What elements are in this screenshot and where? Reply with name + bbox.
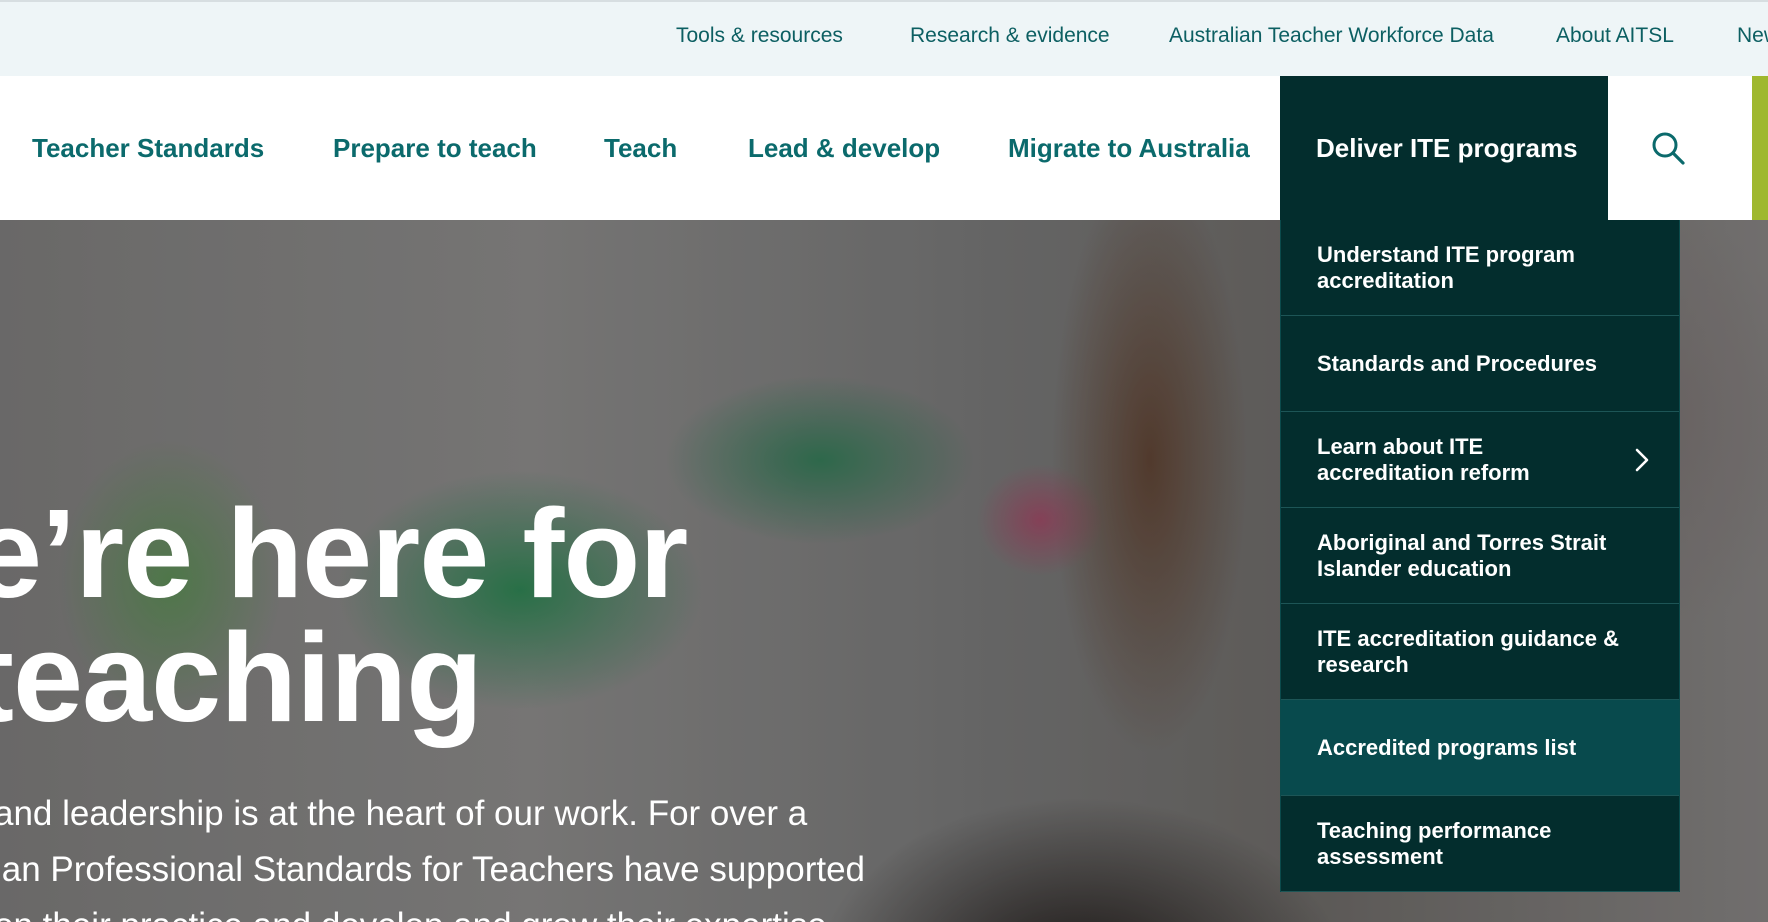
search-button[interactable] <box>1640 120 1696 176</box>
deliver-ite-dropdown-menu: Understand ITE program accreditation Sta… <box>1280 220 1680 892</box>
nav-item-teach[interactable]: Teach <box>604 76 677 220</box>
dropdown-item-teaching-performance-assessment[interactable]: Teaching performance assessment <box>1281 796 1679 892</box>
main-nav: Teacher Standards Prepare to teach Teach… <box>0 76 1768 220</box>
utility-link-research-evidence[interactable]: Research & evidence <box>910 24 1110 48</box>
dropdown-item-label: Aboriginal and Torres Strait Islander ed… <box>1317 529 1607 581</box>
dropdown-item-guidance-research[interactable]: ITE accreditation guidance & research <box>1281 604 1679 700</box>
dropdown-item-label: Standards and Procedures <box>1317 350 1597 376</box>
utility-link-about-aitsl[interactable]: About AITSL <box>1556 24 1674 48</box>
accent-strip <box>1752 76 1768 220</box>
hero-body-line-3: on their practice and develop and grow t… <box>0 898 865 922</box>
dropdown-item-accreditation-reform[interactable]: Learn about ITE accreditation reform <box>1281 412 1679 508</box>
hero-body-line-2: ian Professional Standards for Teachers … <box>0 850 866 889</box>
page: Tools & resources Research & evidence Au… <box>0 0 1768 922</box>
search-icon <box>1652 132 1685 165</box>
nav-item-lead-develop[interactable]: Lead & develop <box>748 76 940 220</box>
dropdown-item-label: Learn about ITE accreditation reform <box>1317 433 1530 485</box>
utility-link-workforce-data[interactable]: Australian Teacher Workforce Data <box>1169 24 1494 48</box>
nav-item-migrate-to-australia[interactable]: Migrate to Australia <box>1008 76 1250 220</box>
dropdown-item-standards-procedures[interactable]: Standards and Procedures <box>1281 316 1679 412</box>
utility-link-tools-resources[interactable]: Tools & resources <box>676 24 843 48</box>
utility-link-news[interactable]: New <box>1737 24 1768 48</box>
dropdown-item-accredited-programs-list[interactable]: Accredited programs list <box>1281 700 1679 796</box>
chevron-right-icon[interactable] <box>1635 448 1649 478</box>
nav-item-prepare-to-teach[interactable]: Prepare to teach <box>333 76 537 220</box>
hero-heading-line-2: teaching <box>0 607 483 748</box>
hero-body-line-1: and leadership is at the heart of our wo… <box>0 794 808 833</box>
nav-item-teacher-standards[interactable]: Teacher Standards <box>32 76 264 220</box>
nav-item-deliver-ite-programs[interactable]: Deliver ITE programs <box>1280 76 1608 220</box>
dropdown-item-label: ITE accreditation guidance & research <box>1317 625 1619 677</box>
hero-heading: e’re here for teaching <box>0 483 688 748</box>
hero-heading-line-1: e’re here for <box>0 483 688 624</box>
dropdown-item-understand-ite-accreditation[interactable]: Understand ITE program accreditation <box>1281 220 1679 316</box>
dropdown-item-label: Teaching performance assessment <box>1317 817 1552 869</box>
dropdown-item-aboriginal-torres-strait[interactable]: Aboriginal and Torres Strait Islander ed… <box>1281 508 1679 604</box>
utility-bar: Tools & resources Research & evidence Au… <box>0 0 1768 76</box>
dropdown-item-label: Accredited programs list <box>1317 734 1577 760</box>
hero-body-text: and leadership is at the heart of our wo… <box>0 786 865 922</box>
dropdown-item-label: Understand ITE program accreditation <box>1317 241 1575 293</box>
